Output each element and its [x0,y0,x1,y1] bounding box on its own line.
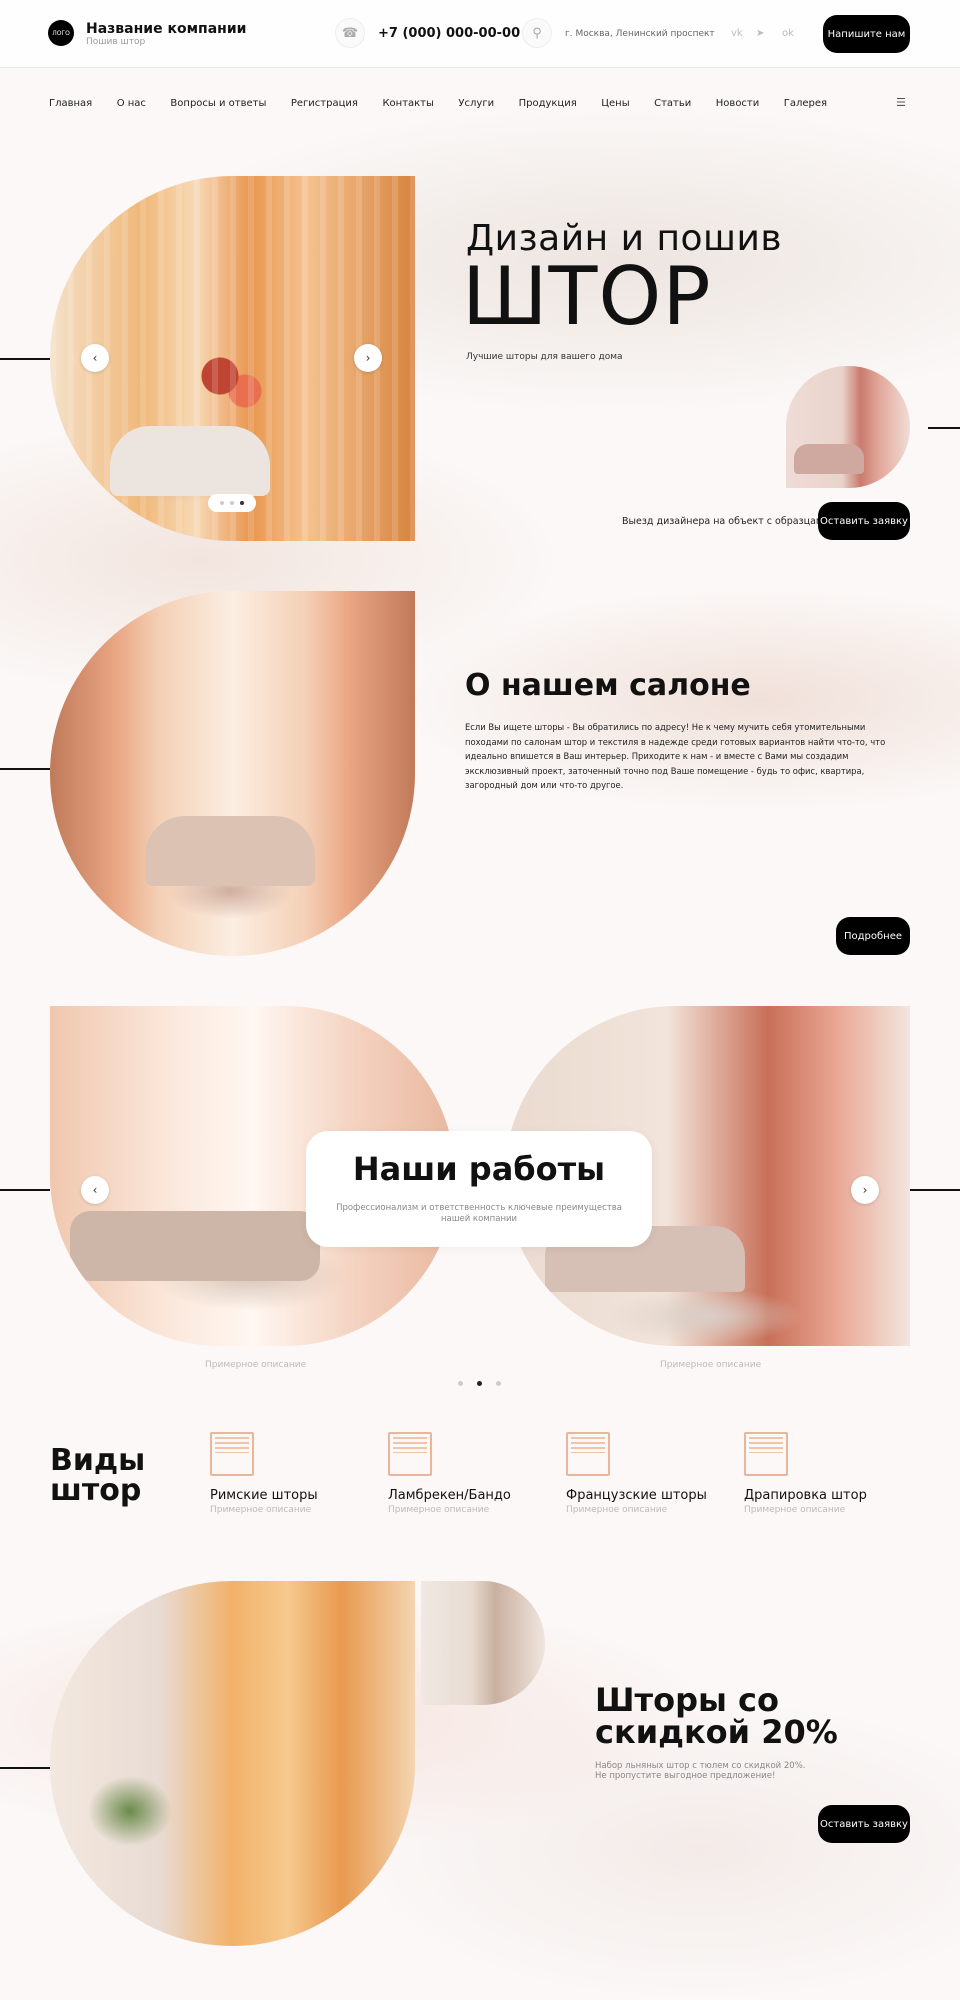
french-curtain-icon [566,1432,610,1476]
sale-image [50,1581,415,1946]
logo[interactable]: ЛОГО [48,20,74,46]
phone-icon[interactable]: ☎ [335,18,365,48]
slider-dot[interactable] [230,501,234,505]
kind-name: Ламбрекен/Бандо [388,1488,511,1503]
slider-dot-active[interactable] [240,501,244,505]
pager-dot[interactable] [458,1381,463,1386]
phone-number[interactable]: +7 (000) 000-00-00 [378,26,520,41]
chevron-left-icon[interactable]: ‹ [81,344,109,372]
slider-dot[interactable] [220,501,224,505]
works-pager [458,1381,501,1386]
nav-item-about[interactable]: О нас [117,98,146,109]
kind-desc: Примерное описание [388,1505,490,1515]
hero-small-image [786,366,910,488]
kind-card-roman[interactable]: Римские шторы Примерное описание [210,1432,370,1515]
pager-dot[interactable] [496,1381,501,1386]
works-title: Наши работы [352,1150,606,1188]
hamburger-menu-icon[interactable]: ☰ [896,96,906,109]
more-button[interactable]: Подробнее [836,917,910,955]
location-pin-icon[interactable]: ⚲ [522,18,552,48]
main-nav: Главная О нас Вопросы и ответы Регистрац… [49,98,852,109]
work-caption: Примерное описание [205,1360,307,1370]
sale-text-line: Набор льняных штор с тюлем со скидкой 20… [595,1761,806,1771]
company-name: Название компании [86,21,247,37]
write-us-button[interactable]: Напишите нам [823,15,910,53]
nav-item-gallery[interactable]: Галерея [784,98,827,109]
kind-name: Римские шторы [210,1488,318,1503]
drapery-icon [744,1432,788,1476]
about-title: О нашем салоне [465,668,751,703]
nav-item-contacts[interactable]: Контакты [382,98,433,109]
sale-request-button[interactable]: Оставить заявку [818,1805,910,1843]
about-image [50,591,415,956]
divider-line [0,358,50,360]
divider-line [928,427,960,429]
hero-subtitle: Лучшие шторы для вашего дома [466,352,623,362]
roman-blind-icon [210,1432,254,1476]
vk-icon[interactable]: vk [731,28,743,39]
kind-card-lambrequin[interactable]: Ламбрекен/Бандо Примерное описание [388,1432,548,1515]
hero-slider-dots [208,494,256,512]
nav-item-products[interactable]: Продукция [519,98,577,109]
nav-item-news[interactable]: Новости [716,98,759,109]
kinds-title: Виды штор [50,1443,146,1508]
works-subtitle: Профессионализм и ответственность ключев… [336,1203,622,1224]
kind-card-drapery[interactable]: Драпировка штор Примерное описание [744,1432,904,1515]
company-tagline: Пошив штор [86,37,146,47]
chevron-left-icon[interactable]: ‹ [81,1176,109,1204]
divider-line [910,1189,960,1191]
kind-desc: Примерное описание [744,1505,846,1515]
sale-text-line: Не пропустите выгодное предложение! [595,1771,776,1781]
hero-request-button[interactable]: Оставить заявку [818,502,910,540]
address: г. Москва, Ленинский проспект [565,29,715,39]
about-text: Если Вы ищете шторы - Вы обратились по а… [465,722,886,790]
nav-item-faq[interactable]: Вопросы и ответы [170,98,266,109]
chevron-right-icon[interactable]: › [851,1176,879,1204]
kind-name: Драпировка штор [744,1488,867,1503]
divider-line [0,1189,50,1191]
work-caption: Примерное описание [660,1360,762,1370]
kind-name: Французские шторы [566,1488,707,1503]
nav-item-services[interactable]: Услуги [458,98,494,109]
nav-item-prices[interactable]: Цены [601,98,629,109]
nav-item-home[interactable]: Главная [49,98,92,109]
sale-title: Шторы со скидкой 20% [595,1681,838,1751]
lambrequin-icon [388,1432,432,1476]
nav-item-articles[interactable]: Статьи [654,98,691,109]
sale-small-image [421,1581,545,1705]
divider-line [0,1767,50,1769]
designer-visit-text: Выезд дизайнера на объект с образцами [622,516,830,527]
sale-text: Набор льняных штор с тюлем со скидкой 20… [595,1761,805,1781]
chevron-right-icon[interactable]: › [354,344,382,372]
kind-card-french[interactable]: Французские шторы Примерное описание [566,1432,726,1515]
odnoklassniki-icon[interactable]: ok [782,28,794,39]
kind-desc: Примерное описание [566,1505,668,1515]
hero-title-big: ШТОР [462,250,712,343]
nav-item-registration[interactable]: Регистрация [291,98,358,109]
pager-dot-active[interactable] [477,1381,482,1386]
telegram-icon[interactable]: ➤ [756,28,764,39]
kind-desc: Примерное описание [210,1505,312,1515]
works-title-card [306,1131,652,1247]
divider-line [0,768,50,770]
